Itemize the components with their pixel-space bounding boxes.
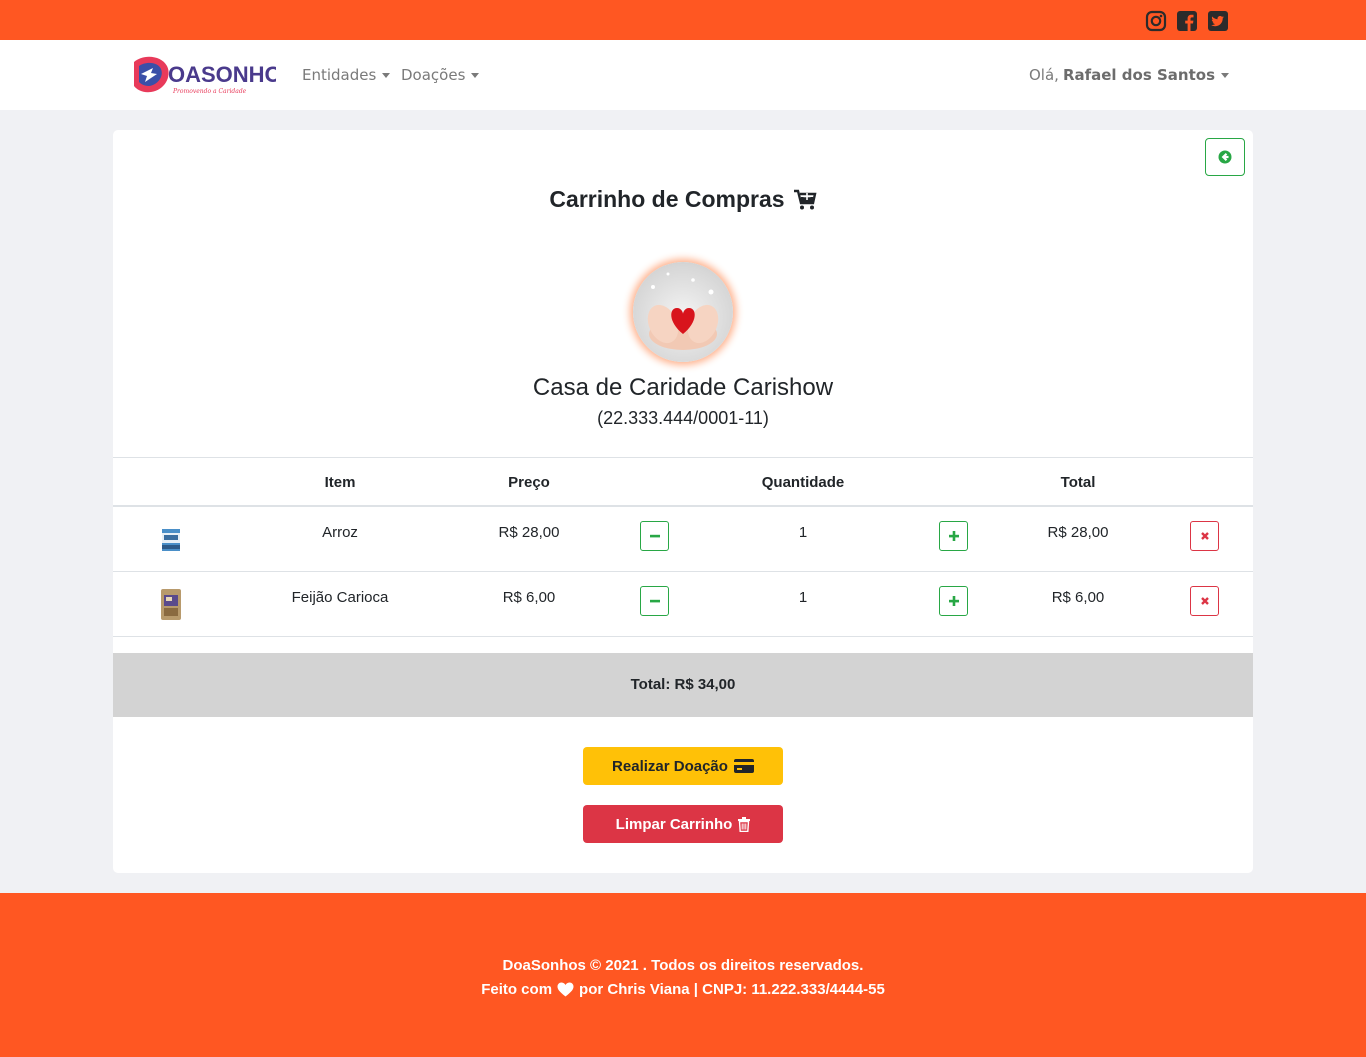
item-total: R$ 6,00 xyxy=(1051,589,1105,606)
increase-quantity-button[interactable] xyxy=(939,586,968,616)
minus-icon xyxy=(649,599,660,603)
clear-cart-button[interactable]: Limpar Carrinho xyxy=(583,805,783,843)
top-bar xyxy=(0,0,1366,40)
nav-entidades-label: Entidades xyxy=(302,66,377,84)
social-links xyxy=(1145,10,1229,32)
page-title: Carrinho de Compras xyxy=(113,186,1253,213)
footer-credits-suffix: por Chris Viana | CNPJ: 11.222.333/4444-… xyxy=(579,981,885,998)
item-name: Arroz xyxy=(322,524,358,541)
entity-document: (22.333.444/0001-11) xyxy=(597,408,769,428)
chevron-down-icon xyxy=(471,72,480,78)
nav-entidades-dropdown[interactable]: Entidades xyxy=(302,66,391,84)
product-image-feijao xyxy=(158,586,184,622)
user-name: Rafael dos Santos xyxy=(1062,66,1215,84)
plus-icon xyxy=(948,596,959,606)
logo-tagline: Promovendo a Caridade xyxy=(172,88,247,95)
clear-cart-button-label: Limpar Carrinho xyxy=(615,815,733,833)
cart-card: Carrinho de Compras Casa de Caridade Car… xyxy=(113,130,1253,873)
column-header-item: Item xyxy=(324,474,356,491)
item-quantity: 1 xyxy=(798,589,808,606)
heart-icon xyxy=(557,982,574,997)
remove-item-button[interactable] xyxy=(1190,586,1219,616)
cart-plus-icon xyxy=(793,189,817,209)
donate-button-label: Realizar Doação xyxy=(612,757,728,775)
column-header-price: Preço xyxy=(508,474,550,491)
nav-doacoes-label: Doações xyxy=(401,66,466,84)
logo-text: OASONHOS xyxy=(168,62,276,87)
entity-avatar xyxy=(633,262,733,362)
cart-table-header: Item Preço Quantidade Total xyxy=(113,457,1253,507)
cart-grand-total: Total: R$ 34,00 xyxy=(113,653,1253,717)
chevron-down-icon xyxy=(382,72,391,78)
item-total: R$ 28,00 xyxy=(1047,524,1109,541)
facebook-icon[interactable] xyxy=(1176,10,1198,32)
donate-button[interactable]: Realizar Doação xyxy=(583,747,783,785)
footer-credits: Feito com por Chris Viana | CNPJ: 11.222… xyxy=(0,981,1366,998)
item-name: Feijão Carioca xyxy=(291,589,389,606)
footer-credits-prefix: Feito com xyxy=(481,981,553,998)
footer-copyright: DoaSonhos © 2021 . Todos os direitos res… xyxy=(502,957,864,974)
item-quantity: 1 xyxy=(798,524,808,541)
column-header-total: Total xyxy=(1060,474,1096,491)
entity-name: Casa de Caridade Carishow xyxy=(532,374,834,401)
product-image-arroz xyxy=(158,521,184,557)
minus-icon xyxy=(649,534,660,538)
remove-item-button[interactable] xyxy=(1190,521,1219,551)
footer: DoaSonhos © 2021 . Todos os direitos res… xyxy=(0,893,1366,1057)
close-icon xyxy=(1200,597,1209,605)
chevron-down-icon xyxy=(1221,72,1229,78)
arrow-circle-left-icon xyxy=(1218,150,1232,164)
decrease-quantity-button[interactable] xyxy=(640,521,669,551)
greeting-text: Olá, xyxy=(1029,66,1059,84)
decrease-quantity-button[interactable] xyxy=(640,586,669,616)
brand-logo[interactable]: OASONHOS Promovendo a Caridade xyxy=(131,52,296,96)
trash-icon xyxy=(738,816,751,832)
item-price: R$ 6,00 xyxy=(502,589,556,606)
table-row: Feijão Carioca R$ 6,00 1 R$ 6,00 xyxy=(113,572,1253,637)
item-price: R$ 28,00 xyxy=(498,524,560,541)
credit-card-icon xyxy=(733,759,754,773)
increase-quantity-button[interactable] xyxy=(939,521,968,551)
user-menu-dropdown[interactable]: Olá, Rafael dos Santos xyxy=(1029,66,1229,84)
page-title-text: Carrinho de Compras xyxy=(549,186,785,212)
back-button[interactable] xyxy=(1205,138,1245,176)
twitter-icon[interactable] xyxy=(1207,10,1229,32)
close-icon xyxy=(1200,532,1209,540)
nav-doacoes-dropdown[interactable]: Doações xyxy=(401,66,480,84)
table-row: Arroz R$ 28,00 1 R$ 28,00 xyxy=(113,507,1253,572)
instagram-icon[interactable] xyxy=(1145,10,1167,32)
plus-icon xyxy=(948,531,959,541)
column-header-quantity: Quantidade xyxy=(761,474,845,491)
